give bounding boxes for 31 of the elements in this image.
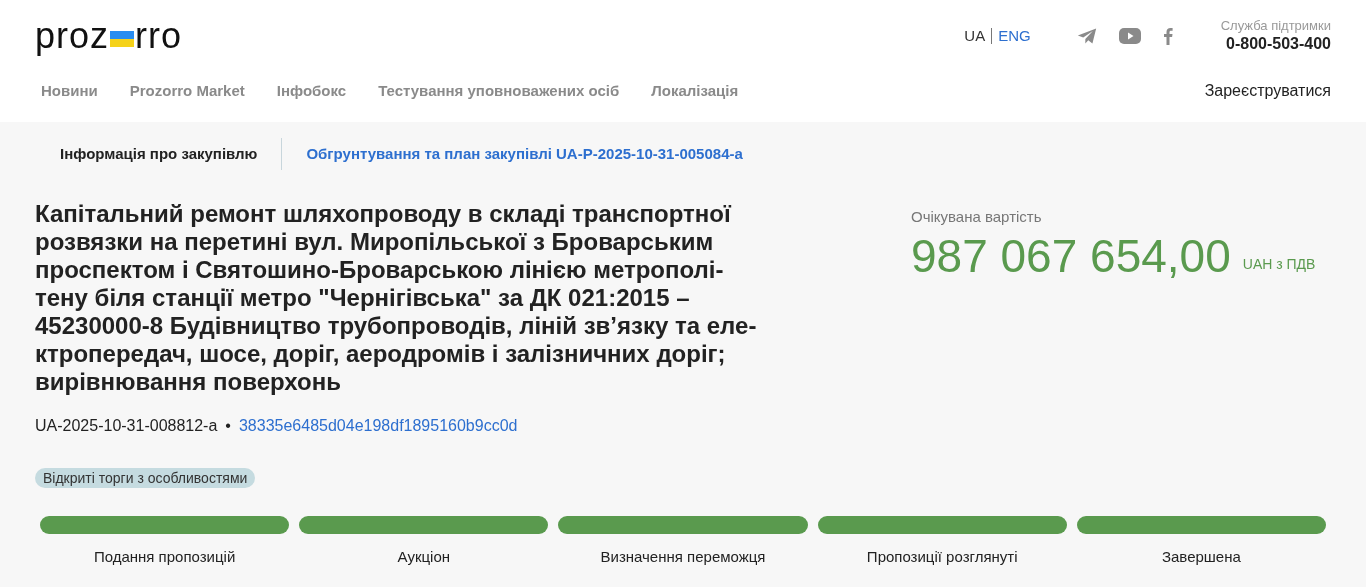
stage-label: Визначення переможця: [600, 547, 766, 567]
stage-label: Подання пропозицій: [93, 547, 236, 567]
tender-id: UA-2025-10-31-008812-a: [35, 416, 218, 436]
tab[interactable]: Інформація про закупівлю: [60, 142, 258, 166]
nav-link[interactable]: Новини: [41, 79, 98, 103]
flag-icon: [110, 31, 135, 47]
separator-dot: •: [225, 416, 231, 436]
stage-label: Аукціон: [397, 547, 450, 567]
logo-text[interactable]: proz: [35, 18, 110, 54]
language-link[interactable]: ENG: [998, 24, 1031, 48]
tab[interactable]: Обгрунтування та план закупівлі UA-P-2025-10-31-005084-a: [306, 142, 743, 166]
nav-link[interactable]: Локалізація: [651, 79, 739, 103]
support-phone[interactable]: 0-800-503-400: [1226, 34, 1331, 54]
value-label: Очікувана вартість: [911, 207, 1043, 227]
language-link[interactable]: UA: [964, 24, 986, 48]
stage-label: Завершена: [1161, 547, 1241, 567]
support-label: Служба підтримки: [1220, 18, 1331, 34]
value-amount: 987 067 654,00: [911, 228, 1231, 283]
telegram-icon[interactable]: [1076, 27, 1097, 45]
value-currency: UAH з ПДВ: [1242, 254, 1316, 274]
youtube-icon[interactable]: [1118, 28, 1141, 44]
procedure-tag: Відкриті торги з особливостями: [35, 468, 256, 488]
logo-text[interactable]: rro: [135, 18, 183, 54]
tender-title: Капітальний ремонт шляхопроводу в складі транспортної розвязки на перетині вул. Миропільської з Броварським проспектом і Святошино-Броварською лінією метрополі- тену біля станції метро "Чернігівська" за ДК 021:2015 – 45230000-8 Будівництво трубопроводів, ліній зв’язку та еле- ктропередач, шосе, доріг, аеродромів і залізничних доріг; вирівнювання поверхонь: [35, 200, 758, 396]
register-link[interactable]: Зареєструватися: [1204, 79, 1331, 103]
nav-link[interactable]: Тестування уповноважених осіб: [378, 79, 620, 103]
nav-link[interactable]: Інфобокс: [276, 79, 347, 103]
facebook-icon[interactable]: [1162, 27, 1173, 45]
tender-hash-link[interactable]: 38335e6485d04e198df1895160b9cc0d: [238, 414, 518, 438]
nav-link[interactable]: Prozorro Market: [129, 79, 245, 103]
stage-label: Пропозиції розглянуті: [866, 547, 1018, 567]
